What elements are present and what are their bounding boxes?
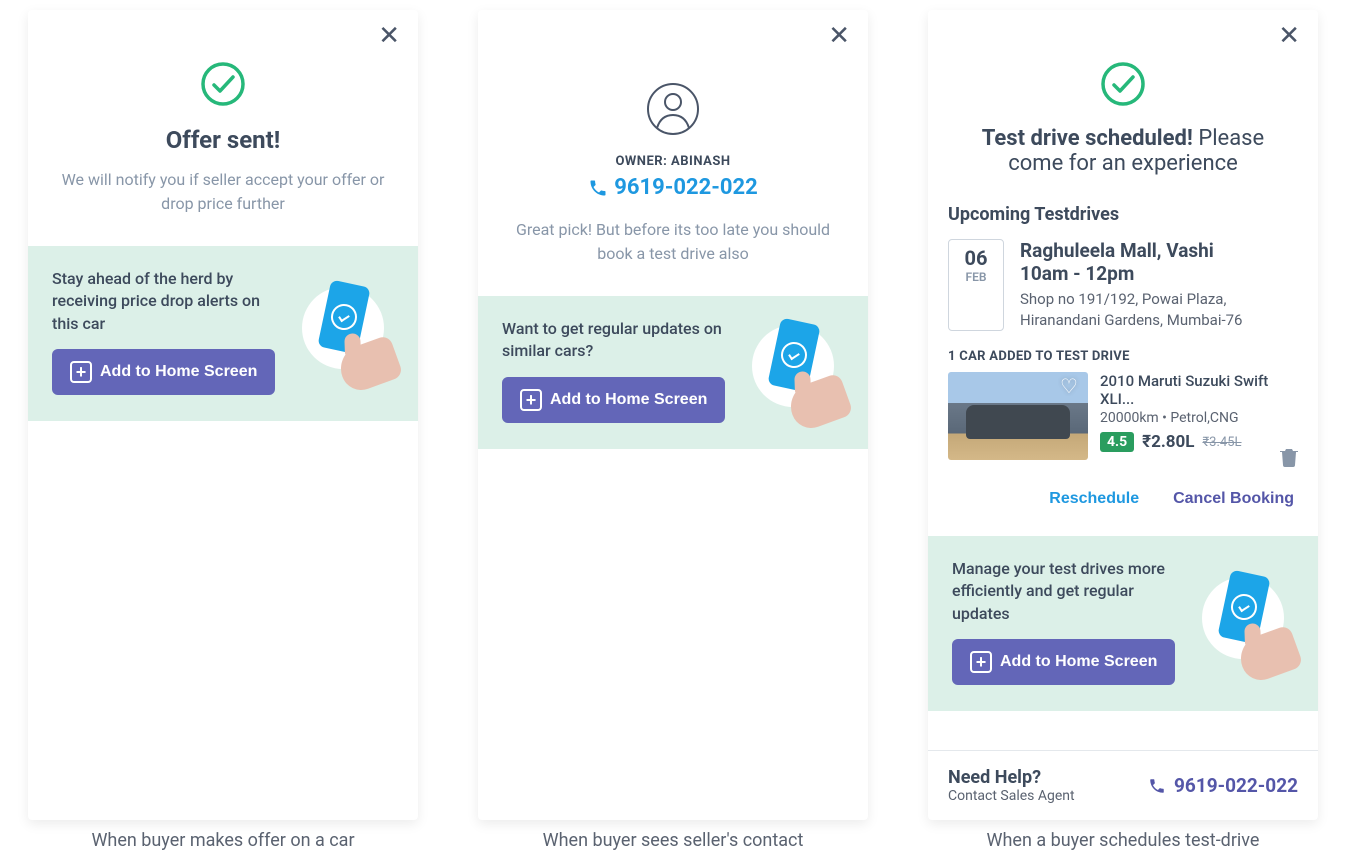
help-subtitle: Contact Sales Agent [948, 788, 1075, 804]
card-title: Test drive scheduled! Please come for an… [958, 126, 1288, 176]
caption: When a buyer schedules test-drive [928, 830, 1318, 851]
plus-icon: + [970, 651, 992, 673]
offer-sent-card: ✕ Offer sent! We will notify you if sell… [28, 10, 418, 820]
testdrive-row: 06 FEB Raghuleela Mall, Vashi 10am - 12p… [948, 239, 1298, 331]
header-section: Test drive scheduled! Please come for an… [928, 10, 1318, 204]
header-section: Offer sent! We will notify you if seller… [28, 10, 418, 246]
add-to-home-button[interactable]: + Add to Home Screen [502, 377, 725, 423]
add-to-home-button[interactable]: + Add to Home Screen [52, 349, 275, 395]
upcoming-section: Upcoming Testdrives 06 FEB Raghuleela Ma… [928, 204, 1318, 536]
action-row: Reschedule Cancel Booking [948, 460, 1298, 526]
promo-message: Manage your test drives more efficiently… [952, 558, 1184, 625]
close-button[interactable]: ✕ [828, 22, 850, 48]
help-bar: Need Help? Contact Sales Agent 9619-022-… [928, 750, 1318, 820]
cars-added-label: 1 CAR ADDED TO TEST DRIVE [948, 349, 1298, 364]
phone-icon [1148, 777, 1166, 795]
title-bold: Test drive scheduled! [982, 126, 1193, 151]
price-original: ₹3.45L [1202, 435, 1241, 450]
cancel-booking-button[interactable]: Cancel Booking [1173, 490, 1294, 508]
reschedule-button[interactable]: Reschedule [1049, 490, 1139, 508]
caption: When buyer makes offer on a car [28, 830, 418, 851]
close-icon: ✕ [378, 20, 400, 50]
car-row: ♡ 2010 Maruti Suzuki Swift XLI... 20000k… [948, 372, 1298, 460]
card-subtitle: We will notify you if seller accept your… [58, 168, 388, 216]
date-month: FEB [949, 270, 1003, 284]
hand-phone-illustration [1196, 573, 1294, 671]
owner-label: OWNER: ABINASH [508, 154, 838, 169]
favorite-heart-icon[interactable]: ♡ [1060, 374, 1086, 400]
phone-link[interactable]: 9619-022-022 [508, 175, 838, 200]
hand-phone-illustration [746, 321, 844, 419]
card-subtitle: Great pick! But before its too late you … [508, 218, 838, 266]
close-button[interactable]: ✕ [378, 22, 400, 48]
price-current: ₹2.80L [1142, 432, 1194, 452]
plus-icon: + [520, 389, 542, 411]
car-thumbnail[interactable]: ♡ [948, 372, 1088, 460]
promo-message: Stay ahead of the herd by receiving pric… [52, 268, 284, 335]
add-to-home-button[interactable]: + Add to Home Screen [952, 639, 1175, 685]
close-button[interactable]: ✕ [1278, 22, 1300, 48]
plus-icon: + [70, 361, 92, 383]
help-title: Need Help? [948, 767, 1075, 788]
date-box: 06 FEB [948, 239, 1004, 331]
promo-banner: Stay ahead of the herd by receiving pric… [28, 246, 418, 421]
header-section: OWNER: ABINASH 9619-022-022 Great pick! … [478, 10, 868, 296]
date-day: 06 [949, 246, 1003, 270]
hand-phone-illustration [296, 283, 394, 381]
test-drive-card: ✕ Test drive scheduled! Please come for … [928, 10, 1318, 820]
cta-label: Add to Home Screen [100, 363, 257, 381]
testdrive-time: 10am - 12pm [1020, 262, 1298, 285]
seller-contact-card: ✕ OWNER: ABINASH 9619-022-022 Great pick… [478, 10, 868, 820]
phone-number: 9619-022-022 [614, 175, 758, 200]
cta-label: Add to Home Screen [550, 391, 707, 409]
trash-icon [1280, 447, 1298, 467]
delete-button[interactable] [1280, 447, 1298, 470]
card-title: Offer sent! [58, 126, 388, 154]
help-phone-link[interactable]: 9619-022-022 [1148, 774, 1298, 797]
promo-banner: Manage your test drives more efficiently… [928, 536, 1318, 711]
user-avatar-icon [646, 82, 700, 136]
upcoming-heading: Upcoming Testdrives [948, 204, 1298, 225]
phone-icon [588, 178, 608, 198]
caption: When buyer sees seller's contact [478, 830, 868, 851]
testdrive-location: Raghuleela Mall, Vashi [1020, 239, 1298, 262]
car-title: 2010 Maruti Suzuki Swift XLI... [1100, 372, 1298, 408]
success-check-icon [199, 60, 247, 108]
close-icon: ✕ [828, 20, 850, 50]
testdrive-address: Shop no 191/192, Powai Plaza, Hiranandan… [1020, 289, 1298, 331]
cta-label: Add to Home Screen [1000, 653, 1157, 671]
success-check-icon [1099, 60, 1147, 108]
close-icon: ✕ [1278, 20, 1300, 50]
car-meta: 20000km • Petrol,CNG [1100, 410, 1298, 426]
rating-badge: 4.5 [1100, 432, 1134, 452]
help-phone-number: 9619-022-022 [1174, 774, 1298, 797]
promo-message: Want to get regular updates on similar c… [502, 318, 734, 363]
promo-banner: Want to get regular updates on similar c… [478, 296, 868, 449]
